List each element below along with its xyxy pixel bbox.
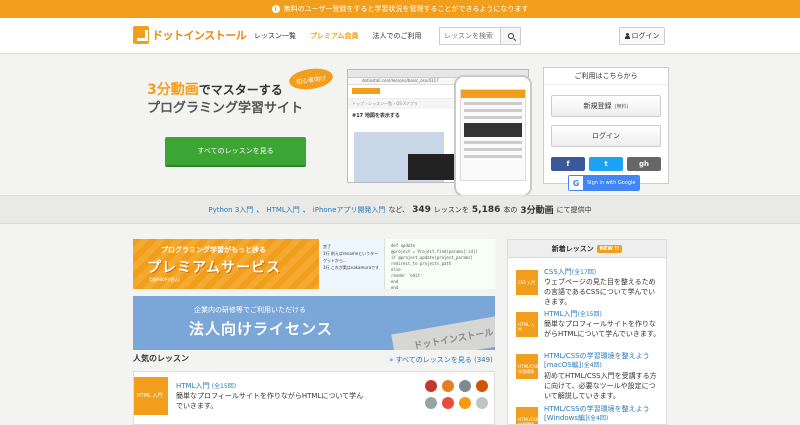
stats-tag: 3分動画	[520, 206, 554, 216]
google-icon: G	[569, 176, 583, 190]
signup-note: (無料)	[614, 103, 629, 110]
hero-tagline-rest: でマスターする	[198, 83, 283, 97]
new-badge: NEW !!	[596, 244, 623, 253]
social-login: f t gh	[551, 157, 661, 171]
premium-banner[interactable]: プログラミング学習がもっと捗る プレミアムサービス 月額980円(税込) 完了 1…	[133, 239, 495, 289]
lesson-thumbnail: CSS 入門	[516, 270, 538, 295]
corporate-subtitle: 企業内の研修等でご利用いただける	[194, 306, 306, 314]
avatar	[459, 397, 471, 409]
screenshot-logo	[352, 88, 380, 94]
stats-text: など、	[388, 205, 410, 214]
all-lessons-button[interactable]: すべてのレッスンを見る	[165, 137, 306, 167]
google-signin-button[interactable]: G Sign in with Google	[568, 175, 640, 191]
premium-code: def update @project = Project.find(param…	[385, 239, 495, 289]
stats-link-iphone[interactable]: iPhoneアプリ開発入門	[313, 205, 386, 215]
stats-bar: Python 3入門、 HTML入門、 iPhoneアプリ開発入門 など、 34…	[0, 195, 800, 224]
hero-tagline-highlight: 3分動画	[147, 82, 199, 98]
avatar	[476, 397, 488, 409]
hero-subtitle: プログラミング学習サイト	[147, 101, 304, 116]
corporate-banner[interactable]: 企業内の研修等でご利用いただける 法人向けライセンス ドットインストール	[133, 296, 495, 350]
stats-sep: 、	[302, 205, 310, 214]
header-nav: ドットインストール レッスン一覧 プレミアム会員 法人でのご利用 ログイン	[0, 18, 800, 54]
nav-links: レッスン一覧 プレミアム会員 法人でのご利用	[254, 31, 422, 41]
popular-lesson-item[interactable]: HTML 入門 HTML入門 (全15回) 簡単なプロフィールサイトを作りながら…	[133, 371, 495, 425]
lesson-thumbnail: HTML/CSS 学習環境	[516, 354, 538, 379]
avatar	[459, 380, 471, 392]
login-button[interactable]: ログイン	[551, 125, 661, 147]
avatar	[442, 380, 454, 392]
nav-premium-link[interactable]: プレミアム会員	[310, 31, 359, 41]
search-input[interactable]	[439, 27, 501, 45]
stats-link-html[interactable]: HTML入門	[266, 205, 299, 215]
signup-button[interactable]: 新規登録 (無料)	[551, 95, 661, 117]
signup-label: 新規登録	[583, 102, 612, 110]
info-icon: i	[271, 5, 280, 13]
premium-tagline: プログラミング学習がもっと捗る	[161, 246, 266, 254]
user-icon	[624, 33, 630, 39]
avatar	[476, 380, 488, 392]
lesson-title[interactable]: HTML入門(全15回)	[544, 310, 664, 319]
premium-price: 月額980円(税込)	[149, 277, 180, 282]
twitter-icon[interactable]: t	[589, 157, 623, 171]
corporate-title: 法人向けライセンス	[189, 320, 333, 338]
avatar	[442, 397, 454, 409]
lesson-thumbnail: HTML 入門	[134, 377, 168, 415]
corporate-logo: ドットインストール	[391, 313, 495, 350]
search-button[interactable]	[501, 27, 521, 45]
lesson-title[interactable]: HTML入門 (全15回)	[176, 381, 236, 391]
logo-icon	[133, 26, 149, 44]
google-signin-label: Sign in with Google	[587, 180, 636, 186]
lesson-title[interactable]: HTML/CSSの学習環境を整えよう [Windows編](全4回)	[544, 405, 664, 423]
avatar	[425, 397, 437, 409]
header-login-button[interactable]: ログイン	[619, 27, 665, 45]
hero-section: 3分動画でマスターする 初心者向け プログラミング学習サイト すべてのレッスンを…	[0, 55, 800, 197]
nav-corporate-link[interactable]: 法人でのご利用	[373, 31, 422, 41]
new-lessons-heading: 新着レッスン NEW !!	[508, 240, 666, 258]
logo-text: ドットインストール	[152, 29, 247, 42]
github-icon[interactable]: gh	[627, 157, 661, 171]
lesson-title[interactable]: HTML/CSSの学習環境を整えよう [macOS編](全4回)	[544, 352, 664, 370]
facebook-icon[interactable]: f	[551, 157, 585, 171]
hero-tagline: 3分動画でマスターする	[147, 79, 283, 99]
premium-title: プレミアムサービス	[147, 260, 282, 276]
phone-mockup	[454, 75, 532, 197]
lesson-title[interactable]: CSS入門(全17回)	[544, 268, 664, 277]
lesson-thumbnail: HTML 入門	[516, 312, 538, 337]
main-content: プログラミング学習がもっと捗る プレミアムサービス 月額980円(税込) 完了 1…	[0, 225, 800, 425]
stats-text: にて提供中	[556, 205, 592, 214]
lesson-thumbnail: HTML/CSS 学習環境	[516, 407, 538, 424]
lesson-description: 初めてHTML/CSS入門を受講する方に向けて、必要なツールや設定について解説し…	[544, 372, 657, 400]
screenshot-video	[408, 154, 454, 180]
lesson-description: 簡単なプロフィールサイトを作りながらHTMLについて学んでいきます。	[176, 392, 364, 410]
all-lessons-link[interactable]: » すべてのレッスンを見る (349)	[389, 355, 493, 365]
notice-banner: i 無料のユーザー登録をすると学習状況を管理することができるようになります	[0, 0, 800, 18]
stats-text: 本の	[503, 205, 518, 214]
site-logo[interactable]: ドットインストール	[133, 26, 247, 44]
notice-text: 無料のユーザー登録をすると学習状況を管理することができるようになります	[283, 5, 529, 13]
register-panel: ご利用はこちらから 新規登録 (無料) ログイン f t gh G Sign in…	[543, 67, 669, 191]
premium-notes: 完了 1行 例えばrenameというターゲットから... 1行 これが実はnakam…	[319, 239, 385, 289]
phone-screen	[460, 89, 526, 181]
premium-code-preview: 完了 1行 例えばrenameというターゲットから... 1行 これが実はnakam…	[319, 239, 495, 289]
learner-avatars	[425, 380, 488, 409]
search-icon	[507, 33, 514, 39]
avatar	[425, 380, 437, 392]
stats-link-python[interactable]: Python 3入門	[208, 205, 253, 215]
nav-lessons-link[interactable]: レッスン一覧	[254, 31, 296, 41]
header-login-label: ログイン	[631, 32, 660, 40]
lesson-description: 簡単なプロフィールサイトを作りながらHTMLについて学んでいきます。	[544, 320, 661, 338]
stats-sep: 、	[256, 205, 264, 214]
register-heading: ご利用はこちらから	[544, 68, 668, 85]
lesson-count: 349	[412, 204, 431, 215]
video-count: 5,186	[471, 204, 501, 215]
new-lessons-panel: 新着レッスン NEW !! CSS 入門 CSS入門(全17回) ウェブページの見…	[507, 239, 667, 425]
lesson-description: ウェブページの見た目を整えるための言語であるCSSについて学んでいきます。	[544, 278, 656, 306]
beginner-badge: 初心者向け	[287, 66, 335, 92]
popular-heading: 人気のレッスン	[133, 354, 189, 363]
stats-text: レッスンを	[433, 205, 469, 214]
search-form	[439, 27, 521, 45]
